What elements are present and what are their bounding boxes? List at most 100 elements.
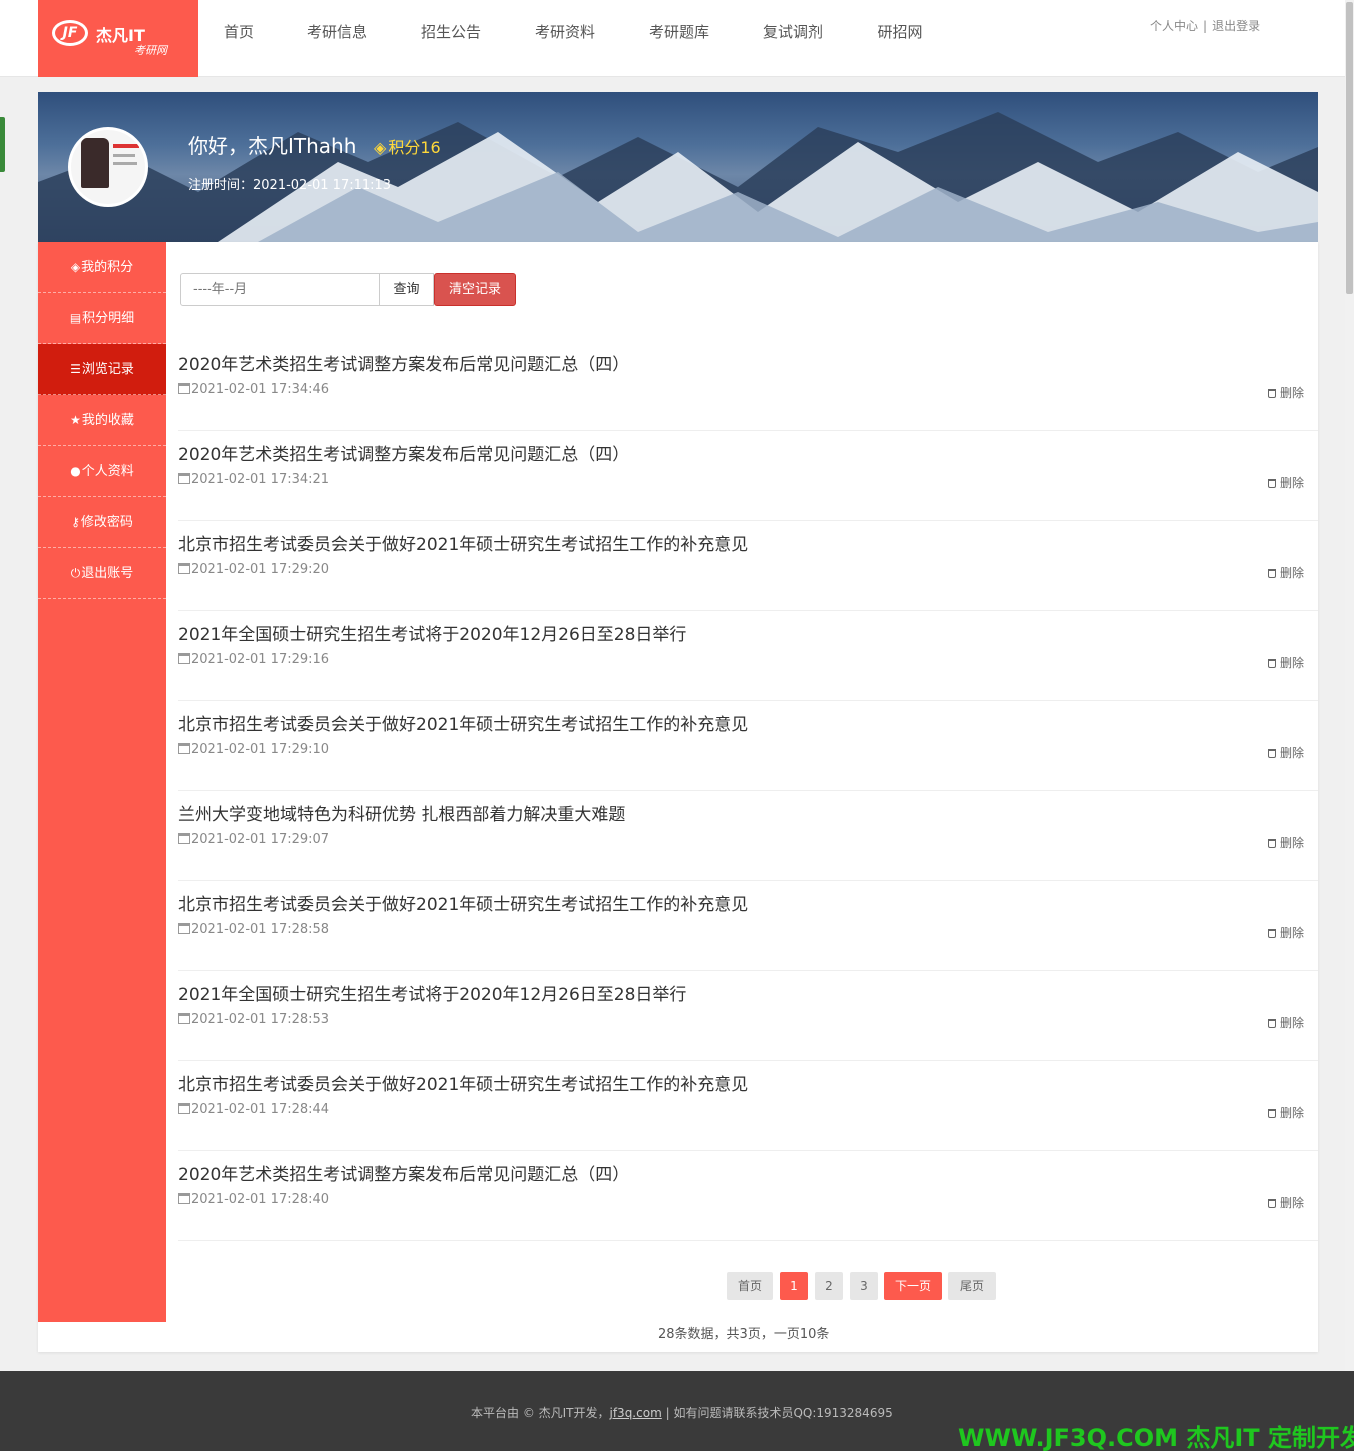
delete-button[interactable]: 删除	[1268, 384, 1304, 401]
footer-text: 本平台由 © 杰凡IT开发，jf3q.com | 如有问题请联系技术员QQ:19…	[471, 1404, 893, 1421]
page-3[interactable]: 3	[850, 1272, 878, 1300]
delete-label: 删除	[1280, 746, 1305, 760]
record-time-text: 2021-02-01 17:34:46	[191, 382, 330, 397]
sidebar-item-label: 我的收藏	[81, 413, 134, 428]
clear-records-button[interactable]: 清空记录	[434, 273, 516, 306]
delete-button[interactable]: 删除	[1268, 924, 1304, 941]
history-record: 北京市招生考试委员会关于做好2021年硕士研究生考试招生工作的补充意见 2021-…	[178, 1061, 1318, 1151]
delete-button[interactable]: 删除	[1268, 654, 1304, 671]
trash-icon	[1268, 839, 1276, 848]
nav-item-exam-info[interactable]: 考研信息	[280, 0, 394, 64]
record-time-text: 2021-02-01 17:29:10	[191, 742, 330, 757]
record-time: 2021-02-01 17:28:53	[178, 1012, 329, 1027]
calendar-icon	[178, 653, 190, 664]
sidebar-item-2[interactable]: ☰浏览记录	[38, 344, 166, 395]
record-time: 2021-02-01 17:29:20	[178, 562, 329, 577]
site-logo[interactable]: JF 杰凡IT 考研网	[38, 0, 198, 77]
month-input[interactable]	[180, 273, 380, 306]
record-title[interactable]: 北京市招生考试委员会关于做好2021年硕士研究生考试招生工作的补充意见	[178, 890, 748, 915]
history-record: 北京市招生考试委员会关于做好2021年硕士研究生考试招生工作的补充意见 2021-…	[178, 701, 1318, 791]
query-button[interactable]: 查询	[380, 273, 434, 306]
user-center-link[interactable]: 个人中心	[1150, 17, 1198, 34]
page-2[interactable]: 2	[815, 1272, 843, 1300]
nav-item-home[interactable]: 首页	[198, 0, 280, 64]
sidebar-item-0[interactable]: ◈我的积分	[38, 242, 166, 293]
sidebar-item-6[interactable]: ⏻退出账号	[38, 548, 166, 599]
sidebar-item-4[interactable]: ●个人资料	[38, 446, 166, 497]
nav-item-adjustment[interactable]: 复试调剂	[736, 0, 850, 64]
delete-label: 删除	[1280, 476, 1305, 490]
record-time-text: 2021-02-01 17:34:21	[191, 472, 330, 487]
footer-site-link[interactable]: jf3q.com	[610, 1406, 662, 1420]
greeting-text: 你好，杰凡IThahh	[188, 134, 357, 158]
record-title[interactable]: 北京市招生考试委员会关于做好2021年硕士研究生考试招生工作的补充意见	[178, 1070, 748, 1095]
history-record: 2020年艺术类招生考试调整方案发布后常见问题汇总（四） 2021-02-01 1…	[178, 1151, 1318, 1241]
delete-button[interactable]: 删除	[1268, 564, 1304, 581]
trash-icon	[1268, 749, 1276, 758]
page-next[interactable]: 下一页	[884, 1272, 942, 1300]
nav-item-announcements[interactable]: 招生公告	[394, 0, 508, 64]
record-title[interactable]: 北京市招生考试委员会关于做好2021年硕士研究生考试招生工作的补充意见	[178, 710, 748, 735]
sidebar-item-3[interactable]: ★我的收藏	[38, 395, 166, 446]
history-record: 兰州大学变地域特色为科研优势 扎根西部着力解决重大难题 2021-02-01 17…	[178, 791, 1318, 881]
record-list: 2020年艺术类招生考试调整方案发布后常见问题汇总（四） 2021-02-01 1…	[178, 341, 1318, 1241]
delete-button[interactable]: 删除	[1268, 1104, 1304, 1121]
delete-button[interactable]: 删除	[1268, 1194, 1304, 1211]
calendar-icon	[178, 383, 190, 394]
record-title[interactable]: 2020年艺术类招生考试调整方案发布后常见问题汇总（四）	[178, 440, 629, 465]
record-time: 2021-02-01 17:34:46	[178, 382, 329, 397]
history-record: 2021年全国硕士研究生招生考试将于2020年12月26日至28日举行 2021-…	[178, 611, 1318, 701]
power-icon: ⏻	[70, 566, 81, 580]
delete-label: 删除	[1280, 386, 1305, 400]
footer-copyright: 本平台由 © 杰凡IT开发，	[471, 1406, 610, 1420]
logo-mark: JF	[52, 20, 88, 46]
record-time-text: 2021-02-01 17:28:40	[191, 1192, 330, 1207]
delete-button[interactable]: 删除	[1268, 744, 1304, 761]
nav-item-question-bank[interactable]: 考研题库	[622, 0, 736, 64]
sidebar-item-label: 我的积分	[81, 260, 134, 275]
history-record: 北京市招生考试委员会关于做好2021年硕士研究生考试招生工作的补充意见 2021-…	[178, 521, 1318, 611]
diamond-icon: ◈	[70, 260, 81, 274]
nav-item-materials[interactable]: 考研资料	[508, 0, 622, 64]
calendar-icon	[178, 1013, 190, 1024]
calendar-icon	[178, 1193, 190, 1204]
record-time: 2021-02-01 17:28:58	[178, 922, 329, 937]
history-record: 2020年艺术类招生考试调整方案发布后常见问题汇总（四） 2021-02-01 1…	[178, 341, 1318, 431]
history-record: 2021年全国硕士研究生招生考试将于2020年12月26日至28日举行 2021-…	[178, 971, 1318, 1061]
trash-icon	[1268, 1109, 1276, 1118]
sidebar-item-5[interactable]: ⚷修改密码	[38, 497, 166, 548]
trash-icon	[1268, 479, 1276, 488]
delete-button[interactable]: 删除	[1268, 834, 1304, 851]
record-title[interactable]: 2020年艺术类招生考试调整方案发布后常见问题汇总（四）	[178, 350, 629, 375]
mountain-background	[38, 112, 1318, 242]
avatar[interactable]	[68, 127, 148, 207]
sidebar-item-1[interactable]: ▤积分明细	[38, 293, 166, 344]
trash-icon	[1268, 1199, 1276, 1208]
record-time-text: 2021-02-01 17:29:16	[191, 652, 330, 667]
footer-contact: | 如有问题请联系技术员QQ:1913284695	[661, 1406, 893, 1420]
delete-button[interactable]: 删除	[1268, 474, 1304, 491]
pagination-info: 28条数据，共3页，一页10条	[658, 1327, 830, 1342]
record-title[interactable]: 北京市招生考试委员会关于做好2021年硕士研究生考试招生工作的补充意见	[178, 530, 748, 555]
record-title[interactable]: 2021年全国硕士研究生招生考试将于2020年12月26日至28日举行	[178, 980, 686, 1005]
history-record: 2020年艺术类招生考试调整方案发布后常见问题汇总（四） 2021-02-01 1…	[178, 431, 1318, 521]
delete-button[interactable]: 删除	[1268, 1014, 1304, 1031]
page-1[interactable]: 1	[780, 1272, 808, 1300]
page-first[interactable]: 首页	[727, 1272, 773, 1300]
scrollbar-thumb[interactable]	[1346, 2, 1353, 294]
points-value: 积分16	[388, 138, 441, 157]
nav-item-yanzhao[interactable]: 研招网	[850, 0, 950, 64]
side-tab-handle[interactable]	[0, 117, 5, 172]
page-last[interactable]: 尾页	[948, 1272, 996, 1300]
record-title[interactable]: 2021年全国硕士研究生招生考试将于2020年12月26日至28日举行	[178, 620, 686, 645]
delete-label: 删除	[1280, 926, 1305, 940]
register-time: 注册时间：2021-02-01 17:11:13	[188, 178, 392, 193]
sidebar-item-label: 退出账号	[81, 566, 134, 581]
calendar-icon	[178, 563, 190, 574]
user-links: 个人中心 | 退出登录	[1150, 17, 1260, 34]
record-title[interactable]: 兰州大学变地域特色为科研优势 扎根西部着力解决重大难题	[178, 800, 625, 825]
record-title[interactable]: 2020年艺术类招生考试调整方案发布后常见问题汇总（四）	[178, 1160, 629, 1185]
logout-link[interactable]: 退出登录	[1212, 17, 1260, 34]
calendar-icon	[178, 833, 190, 844]
star-icon: ★	[70, 413, 81, 427]
